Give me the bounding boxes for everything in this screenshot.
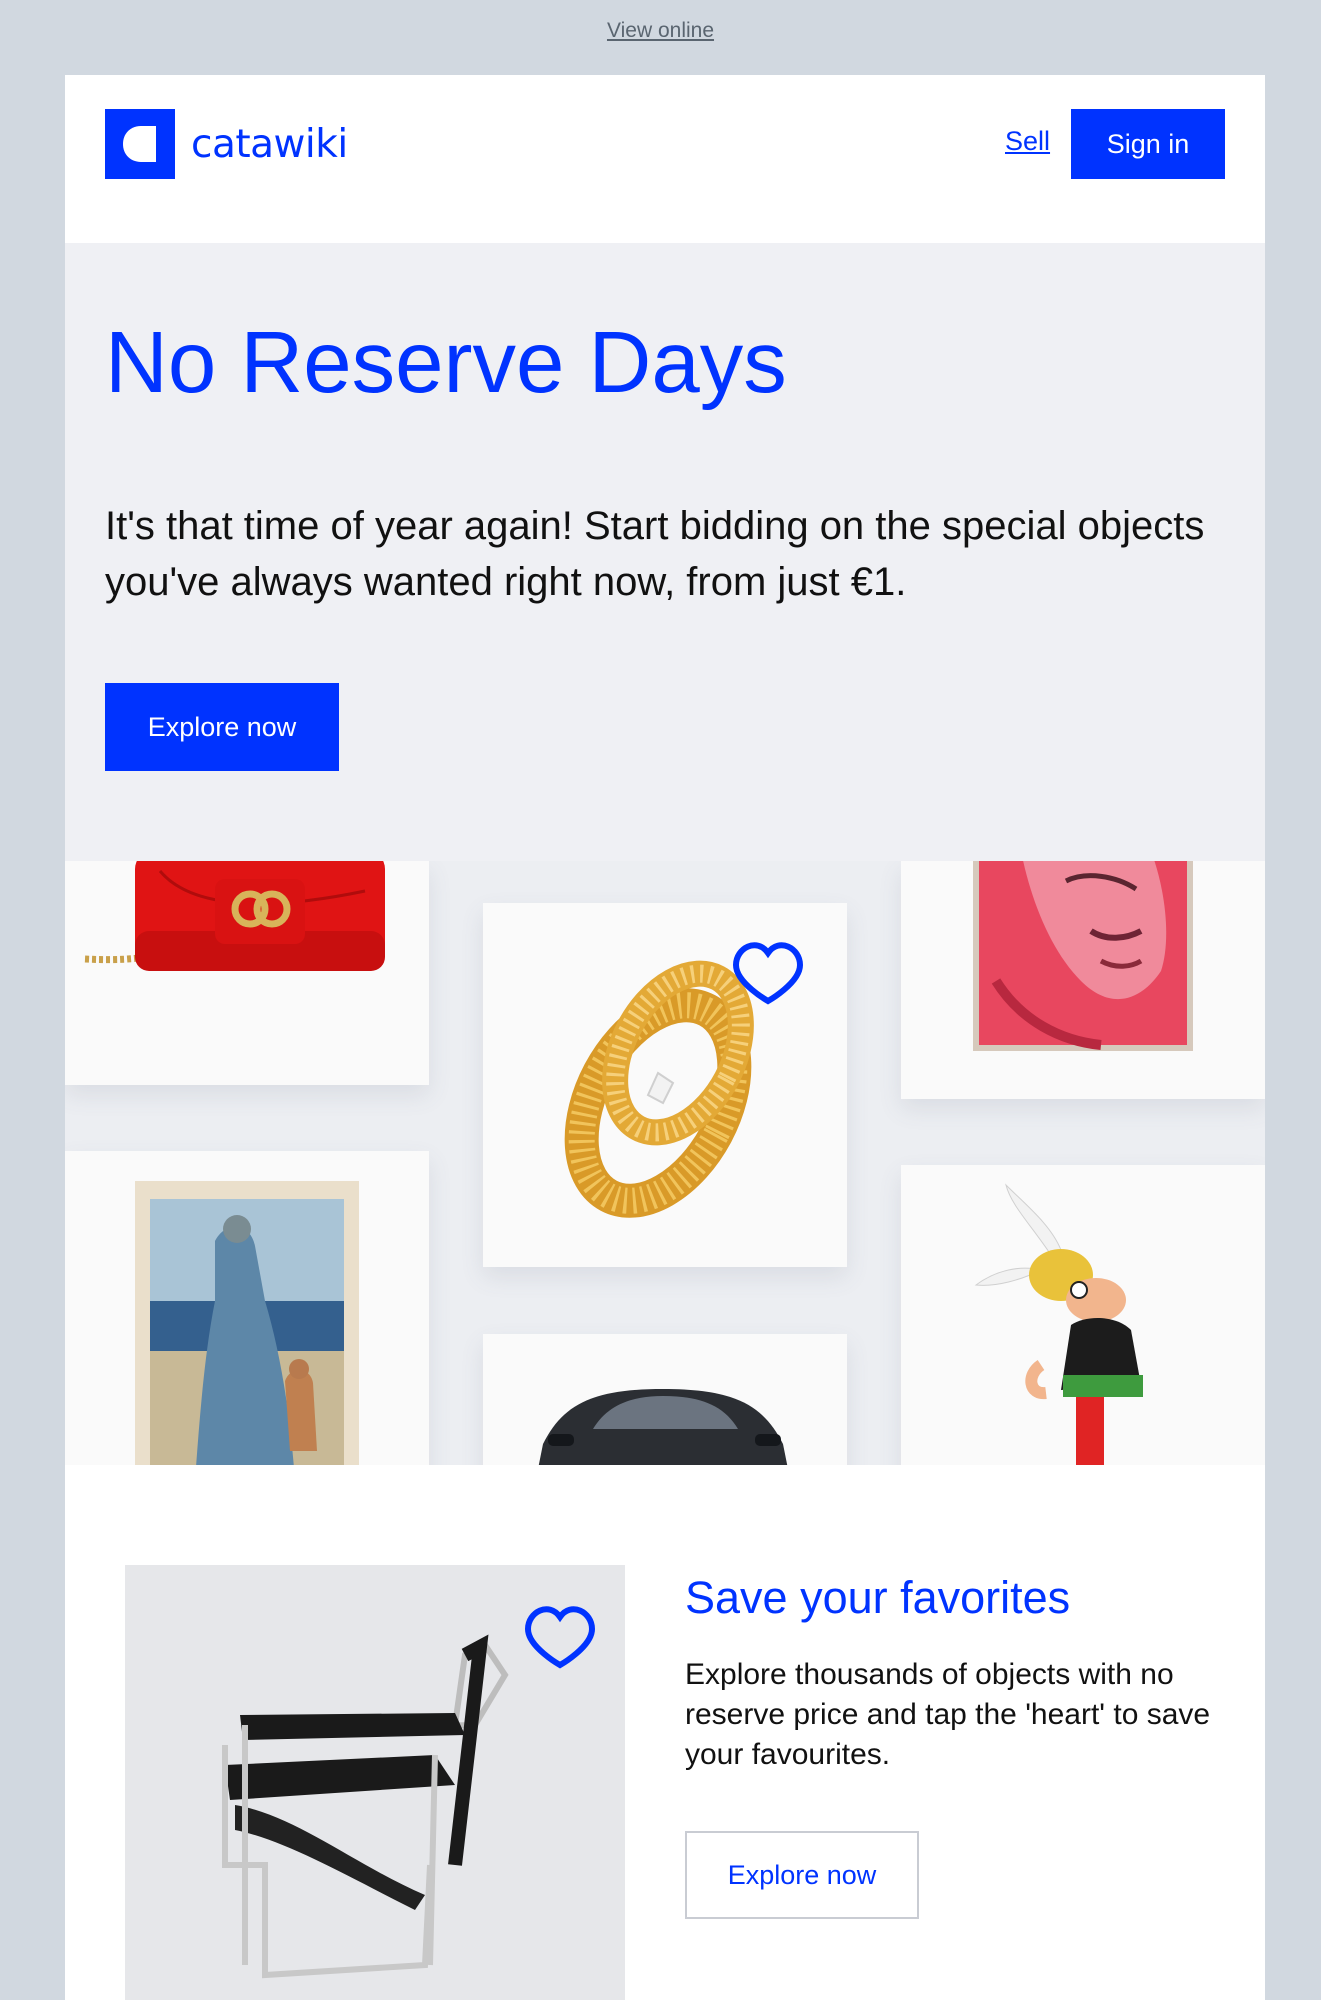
favorites-section: Save your favorites Explore thousands of… <box>65 1465 1265 2000</box>
hero-title: No Reserve Days <box>105 314 787 411</box>
logo-mark-icon <box>105 109 175 179</box>
hero-text: It's that time of year again! Start bidd… <box>105 504 1205 604</box>
email-card: catawiki Sell Sign in No Reserve Days It… <box>65 75 1265 2000</box>
hero-section: No Reserve Days It's that time of year a… <box>65 243 1265 861</box>
sell-link[interactable]: Sell <box>1005 126 1050 157</box>
picasso-print-image <box>135 1181 359 1465</box>
sports-car-image <box>538 1389 788 1465</box>
logo-wordmark: catawiki <box>191 121 348 167</box>
explore-now-button[interactable]: Explore now <box>105 683 339 771</box>
portrait-painting-image <box>973 861 1193 1051</box>
red-handbag-image <box>84 861 385 971</box>
portrait-tile[interactable] <box>901 861 1265 1099</box>
asterix-figure-image <box>974 1183 1143 1465</box>
chair-image-box[interactable] <box>125 1565 625 2000</box>
picasso-tile[interactable] <box>65 1151 429 1465</box>
catawiki-logo[interactable]: catawiki <box>105 109 348 179</box>
car-tile[interactable] <box>483 1334 847 1465</box>
asterix-tile[interactable] <box>901 1165 1265 1465</box>
handbag-tile[interactable] <box>65 861 429 1085</box>
top-bar: View online <box>0 0 1321 75</box>
heart-icon[interactable] <box>483 903 847 1267</box>
header: catawiki Sell Sign in <box>65 75 1265 243</box>
favorites-explore-button[interactable]: Explore now <box>685 1831 919 1919</box>
view-online-link[interactable]: View online <box>0 19 1321 43</box>
product-collage <box>65 861 1265 1465</box>
favorites-title: Save your favorites <box>685 1572 1071 1623</box>
heart-icon[interactable] <box>125 1565 625 2000</box>
sign-in-button[interactable]: Sign in <box>1071 109 1225 179</box>
ring-tile[interactable] <box>483 903 847 1267</box>
favorites-text: Explore thousands of objects with no res… <box>685 1658 1211 1771</box>
